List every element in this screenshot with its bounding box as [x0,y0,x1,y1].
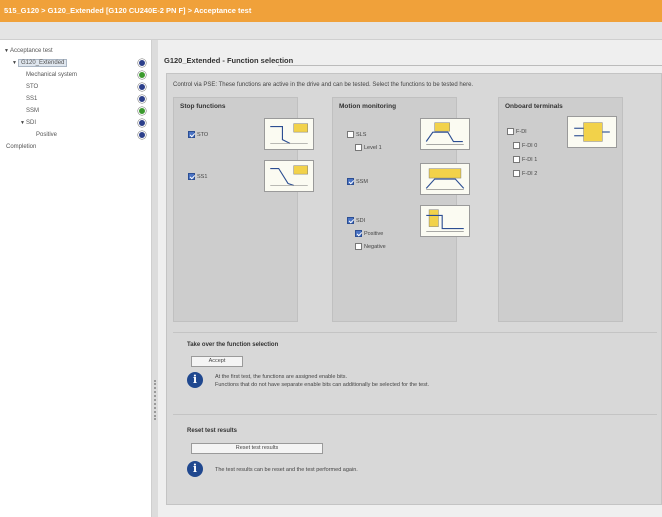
checkbox-checked-icon[interactable] [188,131,195,139]
group-title: Stop functions [180,103,226,110]
reset-test-results-button[interactable]: Reset test results [191,443,323,454]
ssm-checkbox[interactable]: SSM [347,178,368,187]
status-green-icon [138,107,146,115]
section-title: Reset test results [187,428,238,434]
tree-item-ss1[interactable]: SS1 [26,94,37,104]
status-blue-icon [138,119,146,127]
status-blue-icon [138,95,146,103]
sls-level1-checkbox[interactable]: Level 1 [355,144,382,153]
info-icon: i [187,461,203,477]
sls-checkbox[interactable]: SLS [347,131,366,140]
fdi0-checkbox[interactable]: F-DI 0 [513,142,537,151]
section-divider [173,332,657,333]
status-green-icon [138,71,146,79]
window-title-bar: 515_G120 > G120_Extended [G120 CU240E-2 … [0,0,662,22]
page-title: G120_Extended - Function selection [164,56,294,65]
checkbox-unchecked-icon[interactable] [513,156,520,164]
checkbox-unchecked-icon[interactable] [347,131,354,139]
fdi1-checkbox[interactable]: F-DI 1 [513,156,537,165]
splitter-grip-icon[interactable] [154,380,156,420]
accept-button[interactable]: Accept [191,356,243,367]
status-blue-icon [138,83,146,91]
project-tree: ▼Acceptance test ▼ G120_Extended Mechanic… [0,40,152,517]
main-area: G120_Extended - Function selection Contr… [158,40,662,517]
sdi-negative-checkbox[interactable]: Negative [355,243,386,252]
sto-diagram-icon [264,118,314,150]
fdi-checkbox[interactable]: F-DI [507,128,527,137]
tree-item-sto[interactable]: STO [26,82,38,92]
sdi-positive-checkbox[interactable]: Positive [355,230,383,239]
tree-item-root[interactable]: ▼Acceptance test [4,46,53,56]
checkbox-checked-icon[interactable] [347,178,354,186]
section-divider [173,414,657,415]
checkbox-unchecked-icon[interactable] [507,128,514,136]
tree-item-ssm[interactable]: SSM [26,106,39,116]
status-blue-icon [138,131,146,139]
info-text: At the first test, the functions are ass… [215,374,430,388]
motion-monitoring-group: Motion monitoring SLS Level 1 SSM SDI Po… [332,97,470,322]
ss1-diagram-icon [264,160,314,192]
checkbox-checked-icon[interactable] [355,230,362,238]
checkbox-checked-icon[interactable] [347,217,354,225]
sdi-diagram-icon [420,205,470,237]
stop-functions-group: Stop functions STO SS1 [173,97,314,322]
tree-item-sdi[interactable]: ▼SDI [20,118,36,128]
sls-diagram-icon [420,118,470,150]
tree-item-g120-extended[interactable]: ▼ G120_Extended [12,58,68,68]
intro-text: Control via PSE: These functions are act… [173,82,474,88]
fdi-terminal-icon [567,116,617,148]
status-blue-icon [138,59,146,67]
ss1-checkbox[interactable]: SS1 [188,173,207,182]
tree-item-positive[interactable]: Positive [36,130,57,140]
ssm-diagram-icon [420,163,470,195]
sto-checkbox[interactable]: STO [188,131,208,140]
checkbox-checked-icon[interactable] [188,173,195,181]
title-divider [278,65,662,66]
sdi-checkbox[interactable]: SDI [347,217,365,226]
section-title: Take over the function selection [187,342,279,348]
window-title: 515_G120 > G120_Extended [G120 CU240E-2 … [4,6,252,15]
info-icon: i [187,372,203,388]
tree-item-mechanical-system[interactable]: Mechanical system [26,70,77,80]
checkbox-unchecked-icon[interactable] [513,170,520,178]
group-title: Onboard terminals [505,103,563,110]
fdi2-checkbox[interactable]: F-DI 2 [513,170,537,179]
info-text: The test results can be reset and the te… [215,467,358,473]
function-selection-panel: Control via PSE: These functions are act… [166,73,662,505]
group-title: Motion monitoring [339,103,397,110]
checkbox-unchecked-icon[interactable] [355,243,362,251]
onboard-terminals-group: Onboard terminals F-DI F-DI 0 F-DI 1 F-D… [498,97,623,322]
toolbar [0,22,662,40]
tree-item-completion[interactable]: Completion [6,142,36,152]
checkbox-unchecked-icon[interactable] [513,142,520,150]
checkbox-unchecked-icon[interactable] [355,144,362,152]
